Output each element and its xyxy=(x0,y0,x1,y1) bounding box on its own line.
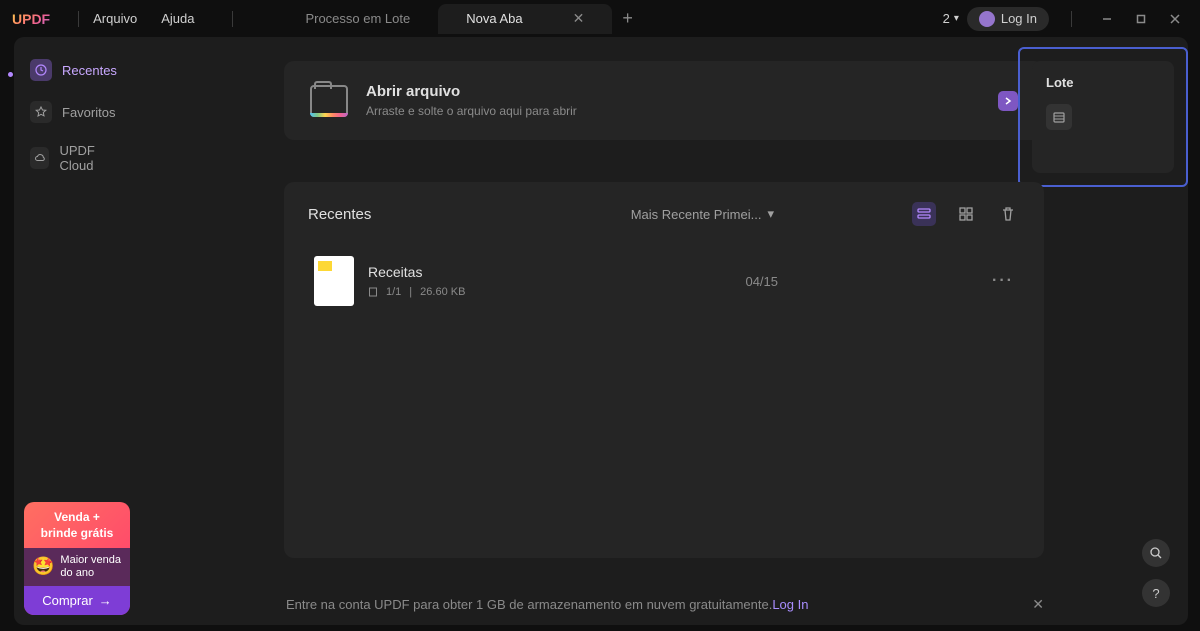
star-emoji-icon: 🤩 xyxy=(32,556,54,578)
file-meta: 1/1 | 26.60 KB xyxy=(368,286,731,298)
promo-mid-text: Maior venda do ano xyxy=(60,554,122,580)
file-size: 26.60 KB xyxy=(420,286,465,298)
lote-highlight-frame: Lote xyxy=(1018,47,1188,187)
caret-down-icon: ▾ xyxy=(767,206,774,222)
buy-button[interactable]: Comprar → xyxy=(24,586,130,615)
file-pages: 1/1 xyxy=(386,286,401,298)
sidebar-label: UPDF Cloud xyxy=(59,143,124,173)
help-button[interactable]: ? xyxy=(1142,579,1170,607)
top-menu-bar: UPDF Arquivo Ajuda Processo em Lote Nova… xyxy=(0,0,1200,37)
divider xyxy=(232,11,233,27)
avatar-icon xyxy=(979,11,995,27)
file-date: 04/15 xyxy=(745,274,778,289)
close-button[interactable] xyxy=(1162,6,1188,32)
add-tab-button[interactable]: + xyxy=(622,8,633,29)
open-title: Abrir arquivo xyxy=(366,83,577,100)
divider xyxy=(78,11,79,27)
maximize-button[interactable] xyxy=(1128,6,1154,32)
content-area: Abrir arquivo Arraste e solte o arquivo … xyxy=(140,37,1188,625)
lote-title: Lote xyxy=(1046,75,1160,90)
buy-label: Comprar xyxy=(42,593,93,608)
sidebar: Recentes Favoritos UPDF Cloud Venda +bri… xyxy=(14,37,140,625)
page-icon xyxy=(368,287,378,297)
sidebar-item-cloud[interactable]: UPDF Cloud xyxy=(24,137,130,179)
active-indicator xyxy=(8,72,13,77)
promo-mid: 🤩 Maior venda do ano xyxy=(24,548,130,586)
sort-dropdown[interactable]: Mais Recente Primei... ▾ xyxy=(631,206,774,222)
lote-combine-button[interactable] xyxy=(1046,104,1072,130)
search-button[interactable] xyxy=(1142,539,1170,567)
sidebar-item-favoritos[interactable]: Favoritos xyxy=(24,95,130,129)
notice-login-link[interactable]: Log In xyxy=(772,597,808,612)
floating-buttons: ? xyxy=(1142,539,1170,607)
list-view-button[interactable] xyxy=(912,202,936,226)
menu-help[interactable]: Ajuda xyxy=(161,11,194,26)
close-icon[interactable]: ✕ xyxy=(573,10,585,27)
open-subtitle: Arraste e solte o arquivo aqui para abri… xyxy=(366,104,577,118)
arrow-right-icon: → xyxy=(99,593,112,608)
login-button[interactable]: Log In xyxy=(967,7,1049,31)
open-arrow-button[interactable] xyxy=(998,91,1018,111)
cloud-storage-notice: Entre na conta UPDF para obter 1 GB de a… xyxy=(286,596,1044,613)
notice-close-button[interactable]: ✕ xyxy=(1032,596,1044,613)
stack-icon xyxy=(1052,110,1066,124)
minimize-button[interactable] xyxy=(1094,6,1120,32)
star-icon xyxy=(30,101,52,123)
promo-card: Venda +brinde grátis 🤩 Maior venda do an… xyxy=(24,502,130,615)
tab-label: Processo em Lote xyxy=(305,11,410,26)
divider xyxy=(1071,11,1072,27)
app-logo: UPDF xyxy=(12,11,50,27)
main-window: Recentes Favoritos UPDF Cloud Venda +bri… xyxy=(14,37,1188,625)
delete-button[interactable] xyxy=(996,202,1020,226)
folder-icon xyxy=(310,85,348,117)
sidebar-label: Recentes xyxy=(62,63,117,78)
tab-batch-process[interactable]: Processo em Lote xyxy=(277,4,438,34)
tab-new-tab[interactable]: Nova Aba ✕ xyxy=(438,4,612,34)
more-options-button[interactable]: ··· xyxy=(992,272,1014,290)
tab-label: Nova Aba xyxy=(466,11,522,26)
recents-title: Recentes xyxy=(308,206,371,223)
counter-value: 2 xyxy=(943,11,950,26)
file-row[interactable]: Receitas 1/1 | 26.60 KB 04/15 ··· xyxy=(308,248,1020,314)
sidebar-label: Favoritos xyxy=(62,105,115,120)
login-label: Log In xyxy=(1001,11,1037,26)
tab-bar: Processo em Lote Nova Aba ✕ + xyxy=(277,0,942,37)
chevron-down-icon: ▾ xyxy=(954,13,959,24)
sort-label: Mais Recente Primei... xyxy=(631,207,762,222)
grid-view-button[interactable] xyxy=(954,202,978,226)
menu-file[interactable]: Arquivo xyxy=(93,11,137,26)
file-name: Receitas xyxy=(368,264,731,280)
open-file-card[interactable]: Abrir arquivo Arraste e solte o arquivo … xyxy=(284,61,1044,140)
sidebar-item-recentes[interactable]: Recentes xyxy=(24,53,130,87)
lote-card: Lote xyxy=(1032,61,1174,173)
recents-panel: Recentes Mais Recente Primei... ▾ xyxy=(284,182,1044,558)
notice-text: Entre na conta UPDF para obter 1 GB de a… xyxy=(286,597,772,612)
file-thumbnail xyxy=(314,256,354,306)
clock-icon xyxy=(30,59,52,81)
counter-dropdown[interactable]: 2 ▾ xyxy=(943,11,959,26)
cloud-icon xyxy=(30,147,49,169)
promo-title: Venda +brinde grátis xyxy=(24,502,130,547)
meta-sep: | xyxy=(409,286,412,298)
